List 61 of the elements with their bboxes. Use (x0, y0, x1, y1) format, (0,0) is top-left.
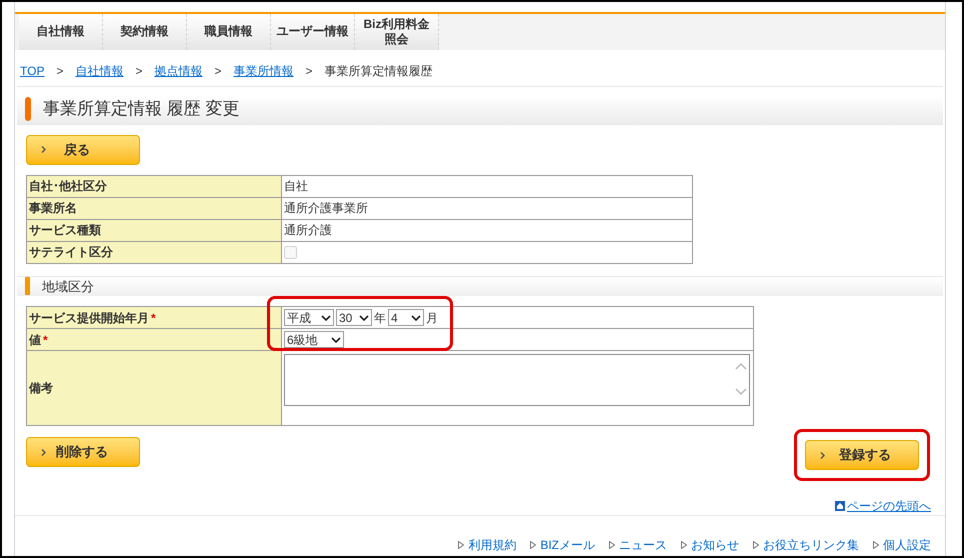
breadcrumb-separator: > (135, 62, 142, 80)
field-label: サテライト区分 (26, 241, 282, 263)
field-label: 値 (29, 332, 41, 346)
required-mark: * (151, 310, 156, 324)
section-title: 地域区分 (42, 278, 94, 296)
unit-label: 年 (374, 310, 386, 326)
breadcrumb-link[interactable]: 拠点情報 (154, 62, 202, 80)
field-value: 自社 (284, 179, 308, 193)
triangle-icon (458, 541, 464, 549)
era-select[interactable]: 平成 (284, 309, 334, 326)
chevron-right-icon (820, 452, 825, 458)
nav-tab[interactable]: ユーザー情報 (271, 14, 355, 50)
title-marker-icon (25, 97, 31, 122)
footer-link[interactable]: 個人設定 (873, 536, 931, 554)
triangle-icon (873, 541, 879, 549)
register-button[interactable]: 登録する (805, 440, 919, 470)
footer-link[interactable]: ニュース (609, 536, 667, 554)
nav-tab[interactable]: 契約情報 (103, 14, 187, 50)
unit-label: 月 (426, 310, 438, 326)
back-button[interactable]: 戻る (26, 134, 140, 164)
field-value: 通所介護 (284, 223, 332, 237)
chevron-right-icon (41, 448, 46, 456)
home-icon (835, 501, 845, 511)
delete-button[interactable]: 削除する (26, 437, 140, 467)
value-select[interactable]: 6級地 (284, 331, 344, 348)
field-label: 自社･他社区分 (26, 175, 282, 197)
footer-link[interactable]: お知らせ (681, 536, 739, 554)
page-top-link[interactable]: ページの先頭へ (835, 497, 931, 515)
field-label: 事業所名 (26, 197, 282, 219)
breadcrumb-separator: > (306, 62, 313, 80)
month-select[interactable]: 4 (388, 309, 424, 326)
footer-link[interactable]: 利用規約 (458, 536, 516, 554)
field-label: サービス提供開始年月 (29, 310, 149, 324)
section-marker-icon (25, 277, 30, 296)
breadcrumb-current: 事業所算定情報履歴 (324, 62, 433, 80)
required-mark: * (43, 332, 48, 346)
triangle-icon (681, 541, 687, 549)
footer-link[interactable]: BIZメール (530, 536, 595, 554)
remarks-textarea[interactable] (284, 354, 750, 406)
dropdown-caret-icon (411, 314, 421, 320)
breadcrumb-link[interactable]: TOP (20, 62, 44, 80)
field-value: 通所介護事業所 (284, 201, 368, 215)
breadcrumb-separator: > (214, 62, 222, 80)
triangle-icon (530, 541, 536, 549)
nav-tab[interactable]: Biz利用料金照会 (355, 14, 439, 50)
chevron-right-icon (41, 146, 46, 153)
breadcrumb-link[interactable]: 自社情報 (75, 62, 124, 80)
page-title: 事業所算定情報 履歴 変更 (43, 98, 240, 120)
nav-tab[interactable]: 自社情報 (19, 14, 103, 50)
triangle-icon (609, 541, 615, 549)
breadcrumb-separator: > (56, 62, 64, 80)
dropdown-caret-icon (321, 314, 331, 320)
breadcrumb-link[interactable]: 事業所情報 (234, 62, 294, 80)
nav-tab[interactable]: 職員情報 (187, 14, 271, 50)
footer-link[interactable]: お役立ちリンク集 (753, 536, 859, 554)
dropdown-caret-icon (359, 314, 369, 320)
field-label: サービス種類 (26, 219, 282, 241)
triangle-icon (753, 541, 759, 549)
field-label: 備考 (29, 381, 53, 395)
year-select[interactable]: 30 (336, 309, 372, 326)
dropdown-caret-icon (331, 336, 341, 342)
